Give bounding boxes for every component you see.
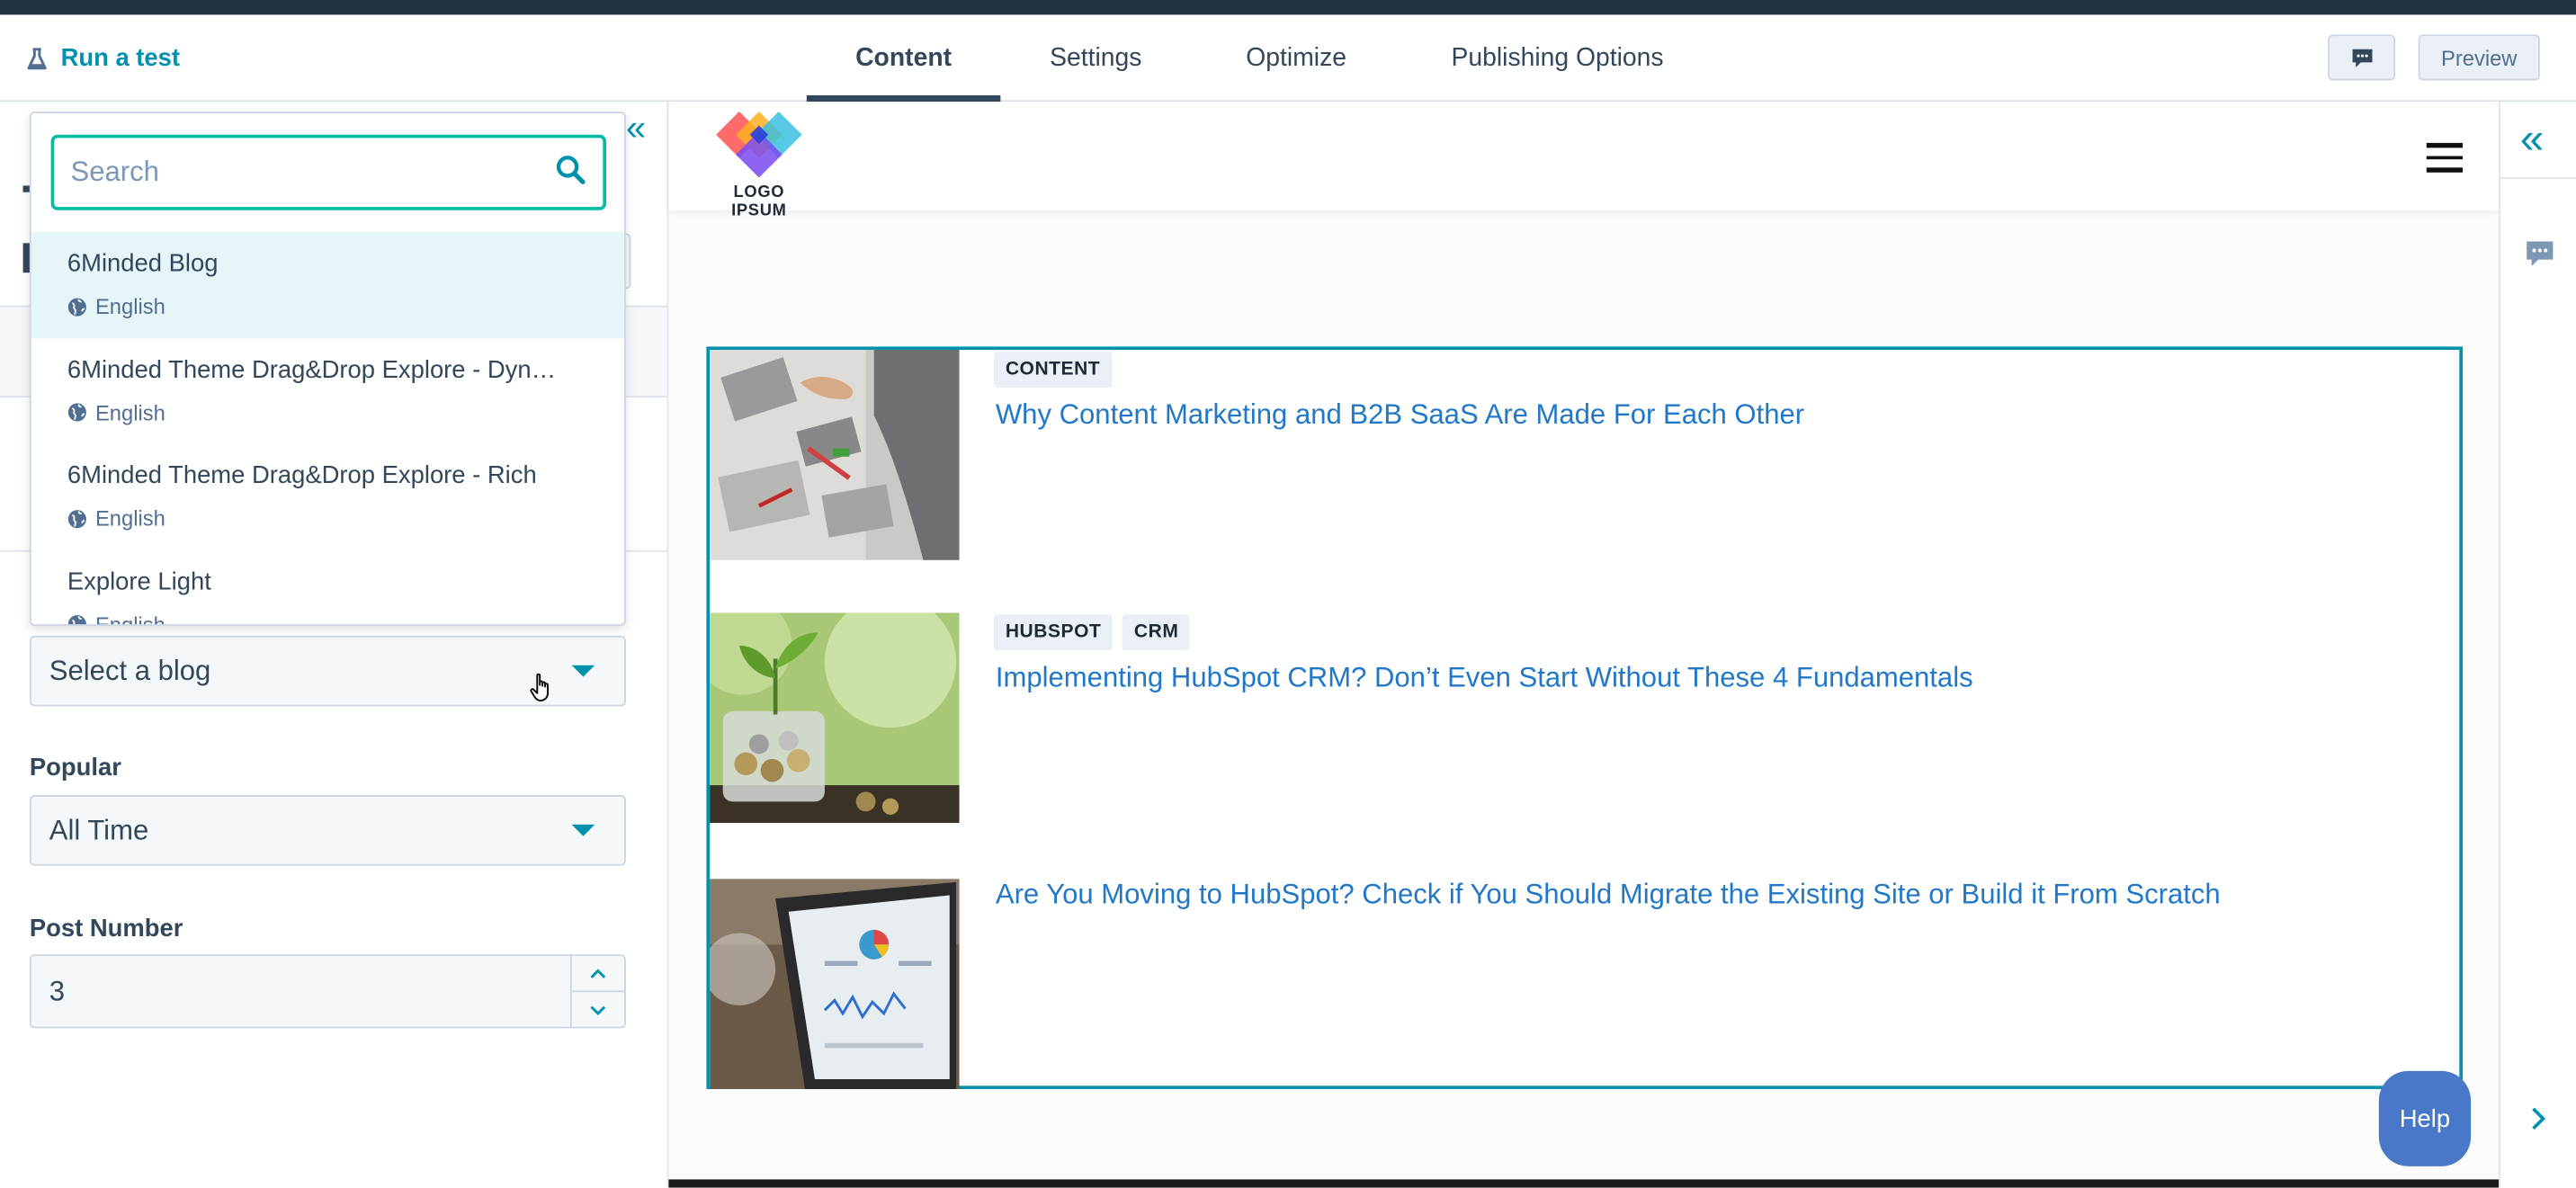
editor-toolbar: Run a test Content Settings Optimize Pub… <box>0 14 2576 103</box>
obscured-fragment <box>22 185 30 192</box>
post-thumbnail[interactable] <box>710 612 960 824</box>
language-text: English <box>94 399 165 425</box>
editor-tabs: Content Settings Optimize Publishing Opt… <box>806 14 1713 103</box>
blog-options-list: 6Minded Blog English 6Minded Theme Drag&… <box>31 231 625 626</box>
search-icon[interactable] <box>555 155 586 186</box>
blog-option-language: English <box>67 294 165 318</box>
language-text: English <box>94 612 165 626</box>
hamburger-menu-icon[interactable] <box>2426 142 2463 180</box>
blog-option[interactable]: 6Minded Theme Drag&Drop Explore - Dyn… E… <box>31 337 624 443</box>
logo-text: LOGO IPSUM <box>731 183 787 220</box>
post-item: HUBSPOT CRM Implementing HubSpot CRM? Do… <box>710 612 2459 826</box>
language-text: English <box>94 505 165 531</box>
post-title-link[interactable]: Implementing HubSpot CRM? Don’t Even Sta… <box>996 662 1973 695</box>
blog-option[interactable]: Explore Light English <box>31 549 624 626</box>
blog-option-language: English <box>67 612 165 626</box>
blog-option-language: English <box>67 506 165 531</box>
caret-down-icon <box>571 665 595 677</box>
blog-option-name: 6Minded Blog <box>67 249 219 278</box>
right-sidebar: « <box>2499 102 2576 1188</box>
blog-select-value: Select a blog <box>49 655 211 687</box>
page-preview: LOGO IPSUM CONTENT Why Content Marketing… <box>668 102 2500 1188</box>
popular-label: Popular <box>29 754 121 782</box>
chevron-down-icon <box>590 1005 606 1014</box>
stepper-buttons <box>569 956 625 1027</box>
post-image <box>710 612 960 824</box>
post-tag[interactable]: HUBSPOT <box>994 614 1114 651</box>
preview-footer-edge <box>668 1179 2500 1188</box>
post-tags: HUBSPOT CRM <box>994 614 1191 651</box>
post-number-input[interactable] <box>31 956 572 1027</box>
popular-posts-module[interactable]: CONTENT Why Content Marketing and B2B Sa… <box>706 346 2463 1089</box>
post-title-link[interactable]: Why Content Marketing and B2B SaaS Are M… <box>996 399 1804 433</box>
popular-select[interactable]: All Time <box>29 795 626 866</box>
tab-publishing-options[interactable]: Publishing Options <box>1401 14 1713 102</box>
blog-option-language: English <box>67 400 165 424</box>
blog-option[interactable]: 6Minded Theme Drag&Drop Explore - Rich E… <box>31 443 624 549</box>
popular-select-value: All Time <box>49 814 149 846</box>
flask-icon <box>27 47 47 69</box>
site-logo[interactable]: LOGO IPSUM <box>705 111 814 220</box>
run-test-button[interactable]: Run a test <box>26 44 180 72</box>
globe-icon <box>67 403 86 422</box>
top-strip <box>0 0 2576 15</box>
help-button[interactable]: Help <box>2378 1070 2472 1166</box>
post-image <box>710 350 960 560</box>
caret-down-icon <box>571 824 595 836</box>
post-image <box>710 879 960 1089</box>
globe-icon <box>67 297 86 316</box>
pointer-hand-cursor <box>530 673 549 702</box>
comments-button[interactable] <box>2328 34 2396 81</box>
search-input[interactable] <box>54 138 531 208</box>
chevron-up-icon <box>590 968 606 978</box>
blog-option-name: Explore Light <box>67 567 211 596</box>
preview-button[interactable]: Preview <box>2418 34 2540 81</box>
collapse-panel-icon[interactable]: « <box>626 109 646 146</box>
search-box <box>50 134 606 210</box>
comment-icon[interactable] <box>2525 240 2554 268</box>
post-tags: CONTENT <box>994 351 1112 389</box>
blog-option[interactable]: 6Minded Blog English <box>31 231 625 338</box>
post-title-link[interactable]: Are You Moving to HubSpot? Check if You … <box>996 879 2221 912</box>
expand-sidebar-icon[interactable]: « <box>2520 117 2544 159</box>
post-thumbnail[interactable] <box>710 879 960 1089</box>
post-tag[interactable]: CRM <box>1123 614 1191 651</box>
post-item: Are You Moving to HubSpot? Check if You … <box>710 879 2459 1092</box>
language-text: English <box>94 293 165 319</box>
blog-option-name: 6Minded Theme Drag&Drop Explore - Dyn… <box>67 355 557 384</box>
run-test-label: Run a test <box>60 44 181 73</box>
decrement-button[interactable] <box>571 990 625 1026</box>
blog-option-name: 6Minded Theme Drag&Drop Explore - Rich <box>67 461 537 490</box>
chevron-right-icon[interactable] <box>2530 1105 2546 1131</box>
post-number-label: Post Number <box>29 915 183 943</box>
post-tag[interactable]: CONTENT <box>994 351 1112 389</box>
tab-settings[interactable]: Settings <box>1000 14 1191 102</box>
globe-icon <box>67 509 86 528</box>
increment-button[interactable] <box>572 956 624 990</box>
post-thumbnail[interactable] <box>710 350 960 560</box>
post-number-stepper <box>29 954 626 1029</box>
globe-icon <box>67 615 86 625</box>
comment-icon <box>2351 48 2372 67</box>
logo-mark-icon <box>716 111 802 178</box>
site-header: LOGO IPSUM <box>668 102 2500 220</box>
blog-dropdown: 6Minded Blog English 6Minded Theme Drag&… <box>29 112 626 626</box>
tab-optimize[interactable]: Optimize <box>1191 14 1401 102</box>
tab-content[interactable]: Content <box>806 14 1001 103</box>
post-item: CONTENT Why Content Marketing and B2B Sa… <box>710 350 2459 563</box>
